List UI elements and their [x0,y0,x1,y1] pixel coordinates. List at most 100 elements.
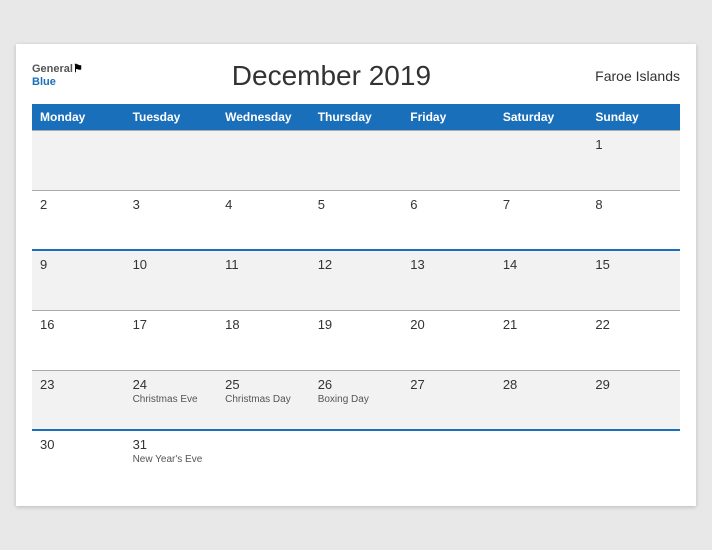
weekday-tuesday: Tuesday [125,104,218,131]
calendar-day-cell: 2 [32,190,125,250]
weekday-thursday: Thursday [310,104,403,131]
day-number: 22 [595,317,672,332]
day-number: 30 [40,437,117,452]
weekday-wednesday: Wednesday [217,104,310,131]
weekday-saturday: Saturday [495,104,588,131]
calendar-day-cell [32,130,125,190]
calendar-week-row: 234 56 78 [32,190,680,250]
day-number: 16 [40,317,117,332]
calendar-day-cell: 13 [402,250,495,310]
calendar-body: 123456789101112131415161718192021222324C… [32,130,680,490]
calendar-day-cell: 22 [587,310,680,370]
day-number: 10 [133,257,210,272]
logo-text: General⚑ Blue [32,63,83,89]
day-number: 25 [225,377,302,392]
day-event: New Year's Eve [133,454,210,465]
day-number: 28 [503,377,580,392]
calendar-week-row: 1 [32,130,680,190]
calendar-day-cell [402,130,495,190]
day-number: 23 [40,377,117,392]
month-title: December 2019 [83,60,580,92]
calendar-day-cell [217,130,310,190]
day-event: Boxing Day [318,394,395,405]
calendar-day-cell: 25 Christmas Day [217,370,310,430]
calendar-day-cell: 16 [32,310,125,370]
calendar-day-cell: 28 [495,370,588,430]
calendar-day-cell: 11 [217,250,310,310]
calendar-day-cell [125,130,218,190]
day-number: 14 [503,257,580,272]
calendar-day-cell: 9 [32,250,125,310]
day-number: 8 [595,197,672,212]
day-event: Christmas Eve [133,394,210,405]
calendar-day-cell: 7 [495,190,588,250]
day-number: 20 [410,317,487,332]
calendar-day-cell: 12 [310,250,403,310]
day-number: 3 [133,197,210,212]
day-number: 18 [225,317,302,332]
day-number: 9 [40,257,117,272]
calendar-day-cell: 10 [125,250,218,310]
day-number: 6 [410,197,487,212]
calendar-day-cell: 3 [125,190,218,250]
calendar-week-row: 23 24 Christmas Eve 25 Christmas Day 26 Boxing… [32,370,680,430]
logo-general: General [32,63,73,75]
calendar-day-cell [495,430,588,490]
day-number: 4 [225,197,302,212]
calendar-day-cell: 19 [310,310,403,370]
day-number: 15 [595,257,672,272]
calendar-day-cell: 27 [402,370,495,430]
calendar-day-cell [310,130,403,190]
day-number: 7 [503,197,580,212]
day-number: 29 [595,377,672,392]
day-number: 26 [318,377,395,392]
day-event: Christmas Day [225,394,302,405]
calendar-week-row: 30 31 New Year's Eve [32,430,680,490]
calendar-day-cell [402,430,495,490]
weekday-header-row: MondayTuesdayWednesdayThursdayFridaySatu… [32,104,680,131]
day-number: 24 [133,377,210,392]
calendar-header-row: MondayTuesdayWednesdayThursdayFridaySatu… [32,104,680,131]
day-number: 13 [410,257,487,272]
calendar-day-cell: 23 [32,370,125,430]
calendar-day-cell: 8 [587,190,680,250]
day-number: 11 [225,257,302,272]
calendar-grid: MondayTuesdayWednesdayThursdayFridaySatu… [32,104,680,491]
calendar-day-cell: 14 [495,250,588,310]
calendar-day-cell: 1 [587,130,680,190]
calendar-week-row: 16 17 18 19 20 21 22 [32,310,680,370]
day-number: 5 [318,197,395,212]
day-number: 12 [318,257,395,272]
calendar-day-cell: 17 [125,310,218,370]
calendar-day-cell: 24 Christmas Eve [125,370,218,430]
region-label: Faroe Islands [580,68,680,84]
calendar-header: General⚑ Blue December 2019 Faroe Island… [32,60,680,92]
calendar-day-cell: 30 [32,430,125,490]
calendar-day-cell: 29 [587,370,680,430]
day-number: 31 [133,437,210,452]
calendar-day-cell: 5 [310,190,403,250]
calendar-day-cell: 21 [495,310,588,370]
calendar-container: General⚑ Blue December 2019 Faroe Island… [16,44,696,507]
weekday-friday: Friday [402,104,495,131]
logo-blue: Blue [32,76,56,88]
calendar-day-cell [587,430,680,490]
calendar-day-cell [217,430,310,490]
calendar-week-row: 9 10 11 12 13 14 15 [32,250,680,310]
day-number: 17 [133,317,210,332]
calendar-day-cell: 4 [217,190,310,250]
calendar-day-cell: 6 [402,190,495,250]
calendar-day-cell: 20 [402,310,495,370]
calendar-day-cell: 15 [587,250,680,310]
logo: General⚑ Blue [32,63,83,89]
calendar-day-cell: 18 [217,310,310,370]
weekday-sunday: Sunday [587,104,680,131]
weekday-monday: Monday [32,104,125,131]
day-number: 19 [318,317,395,332]
calendar-day-cell: 31 New Year's Eve [125,430,218,490]
calendar-day-cell [495,130,588,190]
calendar-day-cell: 26 Boxing Day [310,370,403,430]
day-number: 27 [410,377,487,392]
calendar-day-cell [310,430,403,490]
day-number: 21 [503,317,580,332]
